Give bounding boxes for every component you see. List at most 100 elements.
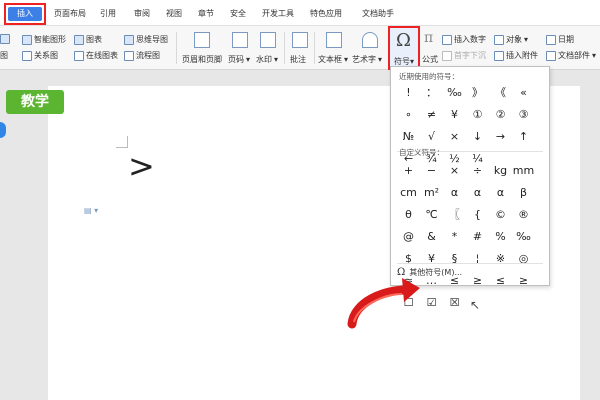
custom-symbol-cell[interactable]: ℃ <box>420 205 443 225</box>
custom-symbol-cell[interactable]: & <box>420 227 443 247</box>
custom-symbol-cell[interactable]: β <box>512 183 535 203</box>
flowchart-icon <box>124 50 134 61</box>
custom-symbol-cell[interactable]: mm <box>512 161 535 181</box>
picture-menu-button[interactable]: 图 <box>0 50 8 61</box>
recent-symbol-cell[interactable]: ¥ <box>443 105 466 125</box>
recent-symbol-cell[interactable]: ② <box>489 105 512 125</box>
online-chart-button[interactable]: 在线图表 <box>74 50 118 61</box>
tab-references[interactable]: 引用 <box>100 7 116 21</box>
panel-divider <box>397 263 543 264</box>
tab-review[interactable]: 审阅 <box>134 7 150 21</box>
chart-button[interactable]: 图表 <box>74 34 102 45</box>
recent-symbol-cell[interactable]: ≠ <box>420 105 443 125</box>
custom-symbol-cell[interactable]: kg <box>489 161 512 181</box>
tab-insert[interactable]: 插入 <box>8 7 42 21</box>
wordart-icon <box>362 32 378 48</box>
comment-button[interactable] <box>292 32 308 48</box>
custom-symbol-cell[interactable]: ◎ <box>512 249 535 269</box>
red-arrow-annotation <box>347 278 420 329</box>
custom-symbol-cell[interactable]: # <box>466 227 489 247</box>
custom-symbol-cell[interactable]: $ <box>397 249 420 269</box>
custom-symbol-cell[interactable]: ≤ <box>489 271 512 291</box>
side-tab[interactable] <box>0 122 6 138</box>
recent-symbol-cell[interactable]: ↑ <box>512 127 535 147</box>
textbox-label: 文本框 ▾ <box>318 55 349 64</box>
formula-button[interactable]: π <box>424 30 433 46</box>
custom-symbol-cell[interactable]: θ <box>397 205 420 225</box>
custom-symbol-cell[interactable]: % <box>489 227 512 247</box>
custom-symbol-cell[interactable]: ¥ <box>420 249 443 269</box>
smartart-icon <box>22 34 32 45</box>
recent-symbol-cell[interactable]: ③ <box>512 105 535 125</box>
recent-symbol-cell[interactable]: № <box>397 127 420 147</box>
tab-view[interactable]: 视图 <box>166 7 182 21</box>
mindmap-button[interactable]: 思维导图 <box>124 34 168 45</box>
custom-symbol-cell[interactable]: ☒ <box>443 293 466 313</box>
custom-symbol-cell[interactable]: ≥ <box>466 271 489 291</box>
tab-features[interactable]: 特色应用 <box>310 7 342 21</box>
custom-symbol-cell[interactable]: − <box>420 161 443 181</box>
recent-symbol-cell[interactable]: × <box>443 127 466 147</box>
recent-symbol-cell[interactable]: ① <box>466 105 489 125</box>
recent-symbol-cell[interactable]: 》 <box>466 83 489 103</box>
flowchart-button[interactable]: 流程图 <box>124 50 160 61</box>
page-number-button[interactable] <box>232 32 248 48</box>
document-text[interactable]: > <box>128 150 155 182</box>
custom-symbol-cell[interactable]: © <box>489 205 512 225</box>
custom-symbol-cell[interactable]: m² <box>420 183 443 203</box>
custom-symbol-cell[interactable]: α <box>466 183 489 203</box>
recent-symbol-cell[interactable]: √ <box>420 127 443 147</box>
tab-chapter[interactable]: 章节 <box>198 7 214 21</box>
doc-parts-button[interactable]: 文档部件 ▾ <box>546 50 596 61</box>
custom-symbol-cell[interactable]: § <box>443 249 466 269</box>
relation-button[interactable]: 关系图 <box>22 50 58 61</box>
textbox-button[interactable] <box>326 32 342 48</box>
symbol-dropdown-panel: 近期使用的符号： !： ‰ 》《 «∘ ≠ ¥ ① ② ③ № √ × ↓ → ↑ ← ¾ ½ ¼ 自定义符号： +… <box>390 66 550 309</box>
pi-icon: π <box>424 30 434 46</box>
recent-symbol-cell[interactable]: ‰ <box>443 83 466 103</box>
custom-symbol-cell[interactable]: * <box>443 227 466 247</box>
recent-symbol-cell[interactable]: → <box>489 127 512 147</box>
recent-symbol-cell[interactable]: ! <box>397 83 420 103</box>
recent-symbol-cell[interactable]: ↓ <box>466 127 489 147</box>
date-button[interactable]: 日期 <box>546 34 574 45</box>
tab-doc-assistant[interactable]: 文档助手 <box>362 7 394 21</box>
recent-symbol-cell[interactable]: ： <box>420 83 443 103</box>
paste-options-icon[interactable]: ▤ ▾ <box>84 206 98 215</box>
object-button[interactable]: 对象 ▾ <box>494 34 528 45</box>
custom-symbol-cell[interactable]: ¦ <box>466 249 489 269</box>
picture-button[interactable] <box>0 34 10 44</box>
doc-parts-icon <box>546 50 556 61</box>
custom-symbol-cell[interactable]: { <box>466 205 489 225</box>
custom-symbol-cell[interactable]: α <box>443 183 466 203</box>
custom-symbol-cell[interactable]: cm <box>397 183 420 203</box>
custom-symbol-cell[interactable]: ‰ <box>512 227 535 247</box>
watermark-button[interactable] <box>260 32 276 48</box>
custom-symbol-cell[interactable]: + <box>397 161 420 181</box>
custom-symbol-cell[interactable]: ÷ <box>466 161 489 181</box>
symbol-button[interactable]: Ω 符号▾ <box>388 26 420 70</box>
recent-symbol-cell[interactable]: « <box>512 83 535 103</box>
recent-symbol-cell[interactable]: ∘ <box>397 105 420 125</box>
custom-symbol-cell[interactable]: @ <box>397 227 420 247</box>
custom-symbol-cell[interactable]: 〖 <box>443 205 466 225</box>
custom-symbol-cell[interactable]: ≥ <box>512 271 535 291</box>
chart-icon <box>74 34 84 45</box>
insert-number-button[interactable]: 插入数字 <box>442 34 486 45</box>
wordart-button[interactable] <box>362 32 378 48</box>
header-footer-button[interactable] <box>194 32 210 48</box>
insert-attachment-button[interactable]: 插入附件 <box>494 50 538 61</box>
recent-symbol-cell[interactable]: 《 <box>489 83 512 103</box>
custom-symbol-cell[interactable]: ※ <box>489 249 512 269</box>
textbox-icon <box>326 32 342 48</box>
tab-security[interactable]: 安全 <box>230 7 246 21</box>
custom-symbol-cell[interactable]: × <box>443 161 466 181</box>
tab-developer[interactable]: 开发工具 <box>262 7 294 21</box>
toolbar-divider <box>284 32 285 64</box>
custom-symbol-cell[interactable] <box>466 293 489 313</box>
first-letter-sink-button[interactable]: 首字下沉 <box>442 50 486 61</box>
custom-symbol-cell[interactable]: α <box>489 183 512 203</box>
smartart-button[interactable]: 智能图形 <box>22 34 66 45</box>
custom-symbol-cell[interactable]: ® <box>512 205 535 225</box>
tab-page-layout[interactable]: 页面布局 <box>54 7 86 21</box>
